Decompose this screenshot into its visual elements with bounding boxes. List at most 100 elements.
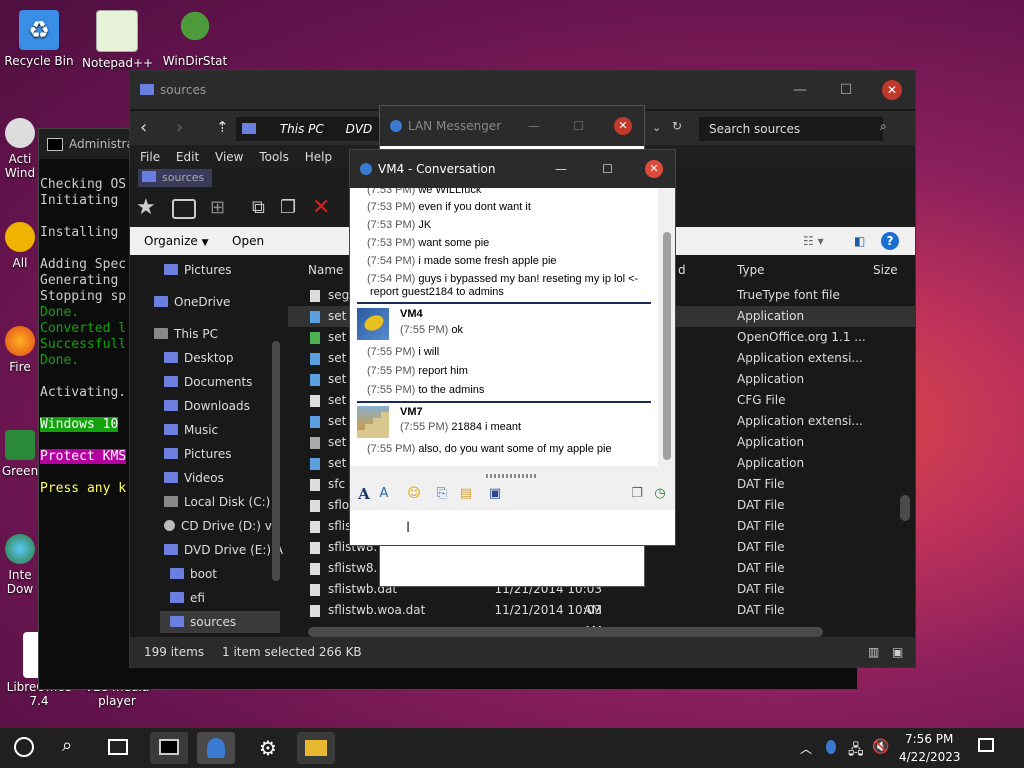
- back-button[interactable]: ‹: [140, 117, 147, 138]
- menu-tools[interactable]: Tools: [253, 145, 295, 169]
- address-box[interactable]: This PC DVD D: [236, 117, 384, 160]
- nav-item-efi[interactable]: efi: [170, 587, 205, 609]
- nav-item-sources[interactable]: sources: [160, 611, 280, 633]
- horizontal-scrollbar[interactable]: [308, 627, 823, 637]
- maximize-button[interactable]: ☐: [823, 71, 869, 109]
- nav-item-music[interactable]: Music: [164, 419, 218, 441]
- nav-item-videos[interactable]: Videos: [164, 467, 224, 489]
- refresh-icon[interactable]: ↻: [672, 119, 682, 133]
- close-button[interactable]: ✕: [645, 160, 663, 178]
- desktop-icon-windirstat[interactable]: WinDirStat: [160, 10, 230, 68]
- message-scrollbar[interactable]: [658, 188, 675, 466]
- open-button[interactable]: Open: [232, 227, 264, 255]
- help-icon[interactable]: ?: [881, 232, 899, 250]
- preview-pane-icon[interactable]: ◧: [854, 227, 865, 255]
- camera-icon[interactable]: [172, 199, 196, 219]
- nav-item-pictures[interactable]: Pictures: [164, 259, 232, 281]
- conversation-titlebar[interactable]: VM4 - Conversation — ☐ ✕: [350, 150, 675, 188]
- close-button[interactable]: ✕: [614, 117, 632, 135]
- clock-date[interactable]: 4/22/2023: [899, 750, 961, 764]
- nav-item-desktop[interactable]: Desktop: [164, 347, 234, 369]
- column-name[interactable]: Name: [308, 263, 343, 277]
- desktop-icon-notepad[interactable]: Notepad++: [82, 10, 153, 70]
- copy-icon[interactable]: ❐: [629, 486, 645, 502]
- large-icons-view-icon[interactable]: ▣: [892, 637, 903, 667]
- search-input[interactable]: Search sources: [709, 122, 800, 136]
- favorites-star-icon[interactable]: ★: [136, 195, 156, 220]
- tab-sources[interactable]: sources: [138, 169, 212, 187]
- network-icon[interactable]: 🖧: [848, 739, 864, 763]
- organize-button[interactable]: Organize ▼: [144, 227, 209, 257]
- search-icon[interactable]: ⌕: [880, 119, 887, 134]
- save-icon[interactable]: ▣: [487, 486, 503, 502]
- breadcrumb-this-pc[interactable]: This PC: [280, 122, 324, 136]
- maximize-button[interactable]: ☐: [602, 150, 613, 188]
- column-size[interactable]: Size: [873, 263, 898, 277]
- message-history[interactable]: (7:53 PM) we WILLfuck (7:53 PM) even if …: [350, 188, 658, 466]
- history-icon[interactable]: ◷: [652, 486, 668, 502]
- up-button[interactable]: ⇡: [216, 118, 229, 136]
- send-file-icon[interactable]: ⎘: [434, 486, 450, 502]
- show-hidden-icons-icon[interactable]: ︿: [800, 740, 812, 757]
- smiley-icon[interactable]: ☺: [406, 486, 422, 502]
- vertical-scrollbar[interactable]: [900, 495, 910, 521]
- copy-icon[interactable]: ❐: [280, 197, 296, 218]
- task-view-icon[interactable]: [108, 739, 128, 755]
- send-folder-icon[interactable]: ▤: [458, 486, 474, 502]
- explorer-titlebar[interactable]: sources — ☐ ✕: [130, 71, 915, 109]
- navigation-pane[interactable]: Pictures OneDrive This PC Desktop Docume…: [130, 255, 288, 637]
- nav-item-this-pc[interactable]: This PC: [154, 323, 218, 345]
- start-icon[interactable]: [14, 737, 34, 757]
- column-type[interactable]: Type: [737, 263, 765, 277]
- windows-icon[interactable]: ⊞: [210, 197, 225, 218]
- nav-item-local-disk[interactable]: Local Disk (C:): [164, 491, 270, 513]
- font-icon[interactable]: A: [356, 486, 372, 502]
- minimize-button[interactable]: —: [555, 150, 567, 188]
- maximize-button[interactable]: ☐: [573, 106, 584, 146]
- minimize-button[interactable]: —: [528, 106, 540, 146]
- taskbar-settings-icon[interactable]: ⚙: [249, 732, 287, 764]
- nav-item-onedrive[interactable]: OneDrive: [154, 291, 230, 313]
- desktop-icon-recycle-bin[interactable]: ♻ Recycle Bin: [4, 10, 74, 68]
- nav-item-boot[interactable]: boot: [170, 563, 217, 585]
- dropdown-icon[interactable]: ⌄: [652, 121, 661, 134]
- menu-help[interactable]: Help: [299, 145, 338, 169]
- minimize-button[interactable]: —: [777, 71, 823, 109]
- taskbar-lan-messenger-icon[interactable]: [197, 732, 235, 764]
- desktop-icon-all[interactable]: All: [0, 222, 40, 270]
- nav-item-downloads[interactable]: Downloads: [164, 395, 250, 417]
- column-date[interactable]: d: [678, 263, 686, 277]
- clock-time[interactable]: 7:56 PM: [905, 732, 953, 746]
- file-row[interactable]: sflistwb.woa.dat11/21/2014 10:03 AMDAT F…: [288, 600, 915, 638]
- conversation-window[interactable]: VM4 - Conversation — ☐ ✕ (7:53 PM) we WI…: [349, 149, 676, 546]
- nav-item-pictures-2[interactable]: Pictures: [164, 443, 232, 465]
- nav-scrollbar[interactable]: [272, 341, 280, 581]
- splitter-handle[interactable]: [486, 474, 538, 478]
- close-button[interactable]: ✕: [869, 71, 915, 109]
- notifications-icon[interactable]: [978, 738, 994, 752]
- desktop-icon-activate[interactable]: Acti Wind: [0, 118, 40, 180]
- desktop-icon-internet-download[interactable]: Inte Dow: [0, 534, 40, 596]
- menu-view[interactable]: View: [209, 145, 249, 169]
- nav-item-dvd-drive[interactable]: DVD Drive (E:) A: [164, 539, 283, 561]
- menu-edit[interactable]: Edit: [170, 145, 205, 169]
- menu-file[interactable]: File: [134, 145, 166, 169]
- lan-titlebar[interactable]: LAN Messenger — ☐ ✕: [380, 106, 644, 146]
- delete-icon[interactable]: ✕: [312, 195, 330, 220]
- nav-item-documents[interactable]: Documents: [164, 371, 252, 393]
- search-box[interactable]: Search sources: [699, 117, 883, 141]
- messenger-tray-icon[interactable]: [826, 740, 836, 754]
- view-options-icon[interactable]: ☷ ▾: [803, 227, 824, 255]
- nav-item-cd-drive[interactable]: CD Drive (D:) vi: [164, 515, 275, 537]
- taskbar-cmd-icon[interactable]: [150, 732, 188, 764]
- taskbar-explorer-icon[interactable]: [297, 732, 335, 764]
- desktop-icon-green[interactable]: Green: [0, 430, 40, 478]
- volume-muted-icon[interactable]: 🔇: [872, 739, 889, 755]
- forward-button[interactable]: ›: [176, 117, 183, 138]
- details-view-icon[interactable]: ▥: [868, 637, 879, 667]
- desktop-icon-firefox[interactable]: Fire: [0, 326, 40, 374]
- font-color-icon[interactable]: A: [376, 486, 392, 502]
- search-icon[interactable]: ⌕: [62, 735, 72, 756]
- message-input[interactable]: I: [350, 510, 675, 545]
- scrollbar-thumb[interactable]: [663, 232, 671, 460]
